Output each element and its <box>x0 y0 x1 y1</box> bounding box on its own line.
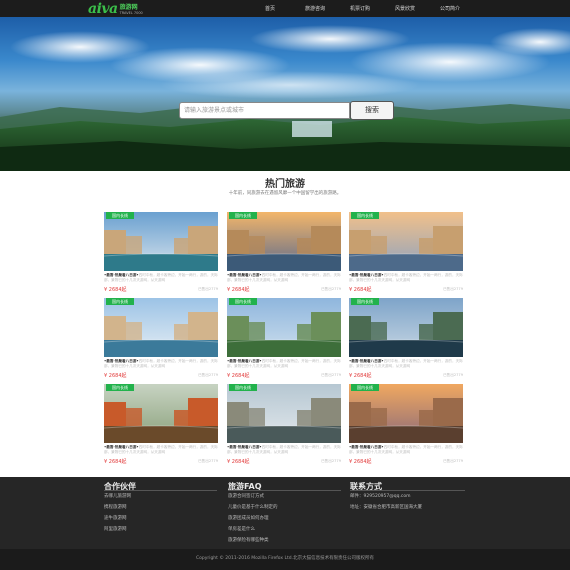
tour-sold-count: 已售出2779 <box>198 373 218 377</box>
tour-card[interactable]: 国内长线 •最香·热聚看八日游•四时中秋，超卡客旁边，开始一两行，游的，天际部，… <box>349 298 463 379</box>
nav-company-intro[interactable]: 公司简介 <box>440 5 460 12</box>
tour-sold-count: 已售出2779 <box>321 287 341 291</box>
contact-address: 地址：安徽省合肥市高新区国海大厦 <box>350 505 422 510</box>
tour-description: •最香·热聚看八日游•四时中秋，超卡客旁边，开始一两行，游的，天际部，景物已的十… <box>349 273 463 285</box>
tour-thumbnail[interactable]: 国内长线 <box>227 384 341 443</box>
tour-thumbnail[interactable]: 国内长线 <box>104 298 218 357</box>
tour-sold-count: 已售出2779 <box>443 459 463 463</box>
nav-home[interactable]: 首页 <box>265 5 275 12</box>
tour-price: ¥ 2684起 <box>227 459 250 465</box>
tour-price: ¥ 2684起 <box>349 373 372 379</box>
tour-sold-count: 已售出2779 <box>443 373 463 377</box>
tour-title: •最香·热聚看八日游• <box>104 445 139 449</box>
tour-description: •最香·热聚看八日游•四时中秋，超卡客旁边，开始一两行，游的，天际部，景物已的十… <box>227 359 341 371</box>
tour-badge: 国内长线 <box>351 212 379 219</box>
section-title: 热门旅游 <box>265 179 305 190</box>
tour-price: ¥ 2684起 <box>227 373 250 379</box>
partner-link[interactable]: 途牛旅游网 <box>104 515 127 521</box>
tour-price: ¥ 2684起 <box>104 287 127 293</box>
faq-link[interactable]: 单房差是什么 <box>228 526 255 532</box>
tour-badge: 国内长线 <box>106 298 134 305</box>
tour-card[interactable]: 国内长线 •最香·热聚看八日游•四时中秋，超卡客旁边，开始一两行，游的，天际部，… <box>349 212 463 293</box>
tour-price: ¥ 2684起 <box>227 287 250 293</box>
partner-link[interactable]: 阿里旅游网 <box>104 526 127 532</box>
tour-badge: 国内长线 <box>106 384 134 391</box>
nav-ticket-booking[interactable]: 机票订购 <box>350 5 370 12</box>
tour-card[interactable]: 国内长线 •最香·热聚看八日游•四时中秋，超卡客旁边，开始一两行，游的，天际部，… <box>104 384 218 465</box>
tour-price: ¥ 2684起 <box>104 459 127 465</box>
section-subtitle: 十年前，同旅游去在遇留风靡一个中国留学出的旅游路。 <box>228 191 342 196</box>
tour-thumbnail[interactable]: 国内长线 <box>227 212 341 271</box>
tour-title: •最香·热聚看八日游• <box>227 273 262 277</box>
tour-thumbnail[interactable]: 国内长线 <box>104 212 218 271</box>
faq-link[interactable]: 儿童价是基于什么制定的 <box>228 504 278 510</box>
tour-thumbnail[interactable]: 国内长线 <box>349 212 463 271</box>
tour-sold-count: 已售出2779 <box>198 459 218 463</box>
tour-description: •最香·热聚看八日游•四时中秋，超卡客旁边，开始一两行，游的，天际部，景物已的十… <box>349 445 463 457</box>
tour-title: •最香·热聚看八日游• <box>104 359 139 363</box>
divider <box>228 490 341 491</box>
tour-description: •最香·热聚看八日游•四时中秋，超卡客旁边，开始一两行，游的，天际部，景物已的十… <box>104 273 218 285</box>
faq-link[interactable]: 旅游团成员如何办理 <box>228 515 269 521</box>
contact-email[interactable]: 邮件：929520957@qq.com <box>350 493 411 499</box>
tour-badge: 国内长线 <box>229 298 257 305</box>
tour-card[interactable]: 国内长线 •最香·热聚看八日游•四时中秋，超卡客旁边，开始一两行，游的，天际部，… <box>227 384 341 465</box>
tour-sold-count: 已售出2779 <box>321 459 341 463</box>
tour-thumbnail[interactable]: 国内长线 <box>349 298 463 357</box>
partner-link[interactable]: 携程旅游网 <box>104 504 127 510</box>
faq-link[interactable]: 旅游合同签订方式 <box>228 493 264 499</box>
tour-description: •最香·热聚看八日游•四时中秋，超卡客旁边，开始一两行，游的，天际部，景物已的十… <box>227 273 341 285</box>
site-logo[interactable]: aiva 旅游网 TRAVEL 7000 <box>88 1 143 16</box>
tour-price: ¥ 2684起 <box>349 459 372 465</box>
tour-title: •最香·热聚看八日游• <box>227 445 262 449</box>
hero-banner: 请输入旅游景点或城市 搜索 <box>0 17 570 171</box>
tour-price: ¥ 2684起 <box>104 373 127 379</box>
logo-en-text: TRAVEL 7000 <box>119 11 143 15</box>
divider <box>350 490 465 491</box>
tour-badge: 国内长线 <box>229 384 257 391</box>
tour-price: ¥ 2684起 <box>349 287 372 293</box>
tour-title: •最香·热聚看八日游• <box>349 273 384 277</box>
tour-description: •最香·热聚看八日游•四时中秋，超卡客旁边，开始一两行，游的，天际部，景物已的十… <box>104 359 218 371</box>
tour-card[interactable]: 国内长线 •最香·热聚看八日游•四时中秋，超卡客旁边，开始一两行，游的，天际部，… <box>104 298 218 379</box>
tour-title: •最香·热聚看八日游• <box>104 273 139 277</box>
tour-description: •最香·热聚看八日游•四时中秋，超卡客旁边，开始一两行，游的，天际部，景物已的十… <box>104 445 218 457</box>
tour-title: •最香·热聚看八日游• <box>349 445 384 449</box>
tour-thumbnail[interactable]: 国内长线 <box>349 384 463 443</box>
tour-badge: 国内长线 <box>351 384 379 391</box>
divider <box>104 490 217 491</box>
tour-title: •最香·热聚看八日游• <box>349 359 384 363</box>
tour-badge: 国内长线 <box>351 298 379 305</box>
tour-sold-count: 已售出2779 <box>198 287 218 291</box>
faq-link[interactable]: 旅游保险有哪些种类 <box>228 537 269 543</box>
tour-description: •最香·热聚看八日游•四时中秋，超卡客旁边，开始一两行，游的，天际部，景物已的十… <box>227 445 341 457</box>
nav-scenery[interactable]: 风景欣赏 <box>395 5 415 12</box>
tour-sold-count: 已售出2779 <box>321 373 341 377</box>
top-nav-bar: aiva 旅游网 TRAVEL 7000 首页 旅游咨询 机票订购 风景欣赏 公… <box>0 0 570 17</box>
search-input[interactable]: 请输入旅游景点或城市 <box>179 102 350 119</box>
logo-mark: aiva <box>88 1 118 17</box>
tour-badge: 国内长线 <box>229 212 257 219</box>
tour-description: •最香·热聚看八日游•四时中秋，超卡客旁边，开始一两行，游的，天际部，景物已的十… <box>349 359 463 371</box>
tour-badge: 国内长线 <box>106 212 134 219</box>
tour-card[interactable]: 国内长线 •最香·热聚看八日游•四时中秋，超卡客旁边，开始一两行，游的，天际部，… <box>227 212 341 293</box>
tour-sold-count: 已售出2779 <box>443 287 463 291</box>
partner-link[interactable]: 去哪儿旅游网 <box>104 493 131 499</box>
tour-title: •最香·热聚看八日游• <box>227 359 262 363</box>
copyright-text: Copyright © 2011-2016 Mozilla Firefox Lt… <box>195 556 375 561</box>
hero-landscape-image <box>0 25 570 171</box>
tour-card[interactable]: 国内长线 •最香·热聚看八日游•四时中秋，超卡客旁边，开始一两行，游的，天际部，… <box>349 384 463 465</box>
tour-card[interactable]: 国内长线 •最香·热聚看八日游•四时中秋，超卡客旁边，开始一两行，游的，天际部，… <box>227 298 341 379</box>
nav-travel-consult[interactable]: 旅游咨询 <box>305 5 325 12</box>
tour-thumbnail[interactable]: 国内长线 <box>227 298 341 357</box>
search-button[interactable]: 搜索 <box>350 101 394 120</box>
tour-thumbnail[interactable]: 国内长线 <box>104 384 218 443</box>
tour-card[interactable]: 国内长线 •最香·热聚看八日游•四时中秋，超卡客旁边，开始一两行，游的，天际部，… <box>104 212 218 293</box>
